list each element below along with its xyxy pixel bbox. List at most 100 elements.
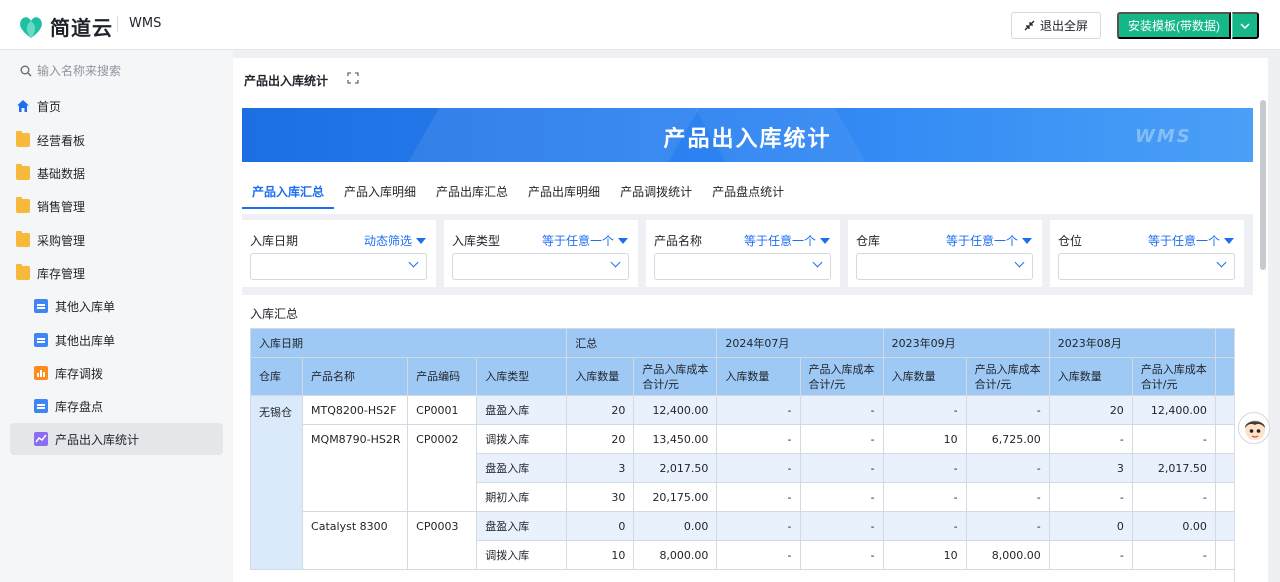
column-header: 产品入库成本合计/元 <box>633 357 718 396</box>
dashboard-content: 产品出入库统计 WMS 产品入库汇总 产品入库明细 产品出库汇总 产品出库明细 … <box>233 102 1268 582</box>
value-cell: - <box>1048 540 1133 570</box>
group-header: 2023年08月 <box>1048 328 1216 358</box>
filter-select[interactable] <box>654 253 831 280</box>
group-header: 2023年09月 <box>882 328 1050 358</box>
sidebar-item-basic-data[interactable]: 基础数据 <box>10 157 223 189</box>
sidebar-item-product-stats[interactable]: 产品出入库统计 <box>10 423 223 455</box>
sidebar-item-stocktake[interactable]: 库存盘点 <box>10 390 223 422</box>
install-options-button[interactable] <box>1232 12 1259 39</box>
tab-stocktake-stats[interactable]: 产品盘点统计 <box>702 178 794 209</box>
pivot-table-container[interactable]: 入库日期 汇总 2024年07月 2023年09月 2023年08月 仓库 产品… <box>250 328 1235 582</box>
filter-label: 产品名称 <box>654 234 703 248</box>
filter-mode-dropdown[interactable]: 等于任意一个 <box>744 232 830 249</box>
value-cell: - <box>1131 424 1216 454</box>
value-cell: 6,725.00 <box>965 424 1050 454</box>
tab-transfer-stats[interactable]: 产品调拨统计 <box>610 178 702 209</box>
sidebar-item-label: 首页 <box>37 99 62 114</box>
install-template-button[interactable]: 安装模板(带数据) <box>1117 12 1231 39</box>
filter-inbound-type: 入库类型 等于任意一个 <box>444 220 638 287</box>
filter-label: 入库类型 <box>452 234 501 248</box>
filter-select[interactable] <box>452 253 629 280</box>
filter-mode-label: 等于任意一个 <box>1147 234 1220 248</box>
column-header: 仓库 <box>250 357 304 396</box>
product-code-cell: CP0002 <box>407 424 478 512</box>
inbound-summary-card: 入库汇总 入库日期 汇总 2024年07月 2023年09月 2023年08月 … <box>242 295 1253 582</box>
sidebar-item-transfer[interactable]: 库存调拨 <box>10 357 223 389</box>
logo-icon <box>20 16 42 38</box>
table-title: 入库汇总 <box>250 307 299 321</box>
product-name-cell: MQM8790-HS2R <box>302 424 409 512</box>
chevron-down-icon <box>1014 257 1025 268</box>
inbound-type-cell: 盘盈入库 <box>476 453 568 483</box>
tab-outbound-summary[interactable]: 产品出库汇总 <box>426 178 518 209</box>
filter-label: 仓位 <box>1058 234 1083 248</box>
column-header: 产品入库成本合计/元 <box>799 357 884 396</box>
banner-watermark: WMS <box>1135 126 1192 147</box>
filter-select[interactable] <box>250 253 427 280</box>
filter-select[interactable] <box>1058 253 1235 280</box>
form-icon <box>34 333 48 347</box>
group-header: 入库日期 <box>250 328 568 358</box>
tab-inbound-summary[interactable]: 产品入库汇总 <box>242 178 335 209</box>
collapse-icon <box>1024 20 1035 31</box>
value-cell: 0.00 <box>633 511 718 541</box>
sidebar-item-purchase[interactable]: 采购管理 <box>10 224 223 256</box>
main-area: 产品出入库统计 产品出入库统计 WMS 产品入库汇总 产品入库明细 产品出库汇总… <box>233 50 1280 582</box>
value-cell: 0 <box>1048 511 1133 541</box>
group-header: 汇总 <box>566 328 718 358</box>
filter-warehouse: 仓库 等于任意一个 <box>848 220 1042 287</box>
filter-mode-dropdown[interactable]: 等于任意一个 <box>542 232 628 249</box>
value-cell: - <box>1048 482 1133 512</box>
dashboard-icon <box>34 432 48 446</box>
value-cell: - <box>716 540 801 570</box>
form-icon <box>34 399 48 413</box>
inbound-type-cell: 盘盈入库 <box>476 511 568 541</box>
value-cell: - <box>799 453 884 483</box>
sidebar-item-inventory[interactable]: 库存管理 <box>10 257 223 289</box>
sidebar-item-dashboard-folder[interactable]: 经营看板 <box>10 124 223 156</box>
column-header: 入库数量 <box>882 357 967 396</box>
filter-select[interactable] <box>856 253 1033 280</box>
filter-mode-dropdown[interactable]: 动态筛选 <box>364 232 426 249</box>
sidebar-item-label: 销售管理 <box>37 199 86 214</box>
filter-mode-label: 动态筛选 <box>363 234 412 248</box>
value-cell: - <box>716 482 801 512</box>
app-name: WMS <box>129 16 162 31</box>
caret-down-icon <box>618 237 628 244</box>
filter-label: 入库日期 <box>250 234 299 248</box>
sidebar-item-sales[interactable]: 销售管理 <box>10 190 223 222</box>
value-cell: 20 <box>566 395 635 425</box>
value-cell: 8,000.00 <box>633 540 718 570</box>
sidebar-item-home[interactable]: 首页 <box>10 90 223 122</box>
filter-mode-dropdown[interactable]: 等于任意一个 <box>946 232 1032 249</box>
exit-fullscreen-button[interactable]: 退出全屏 <box>1011 12 1101 39</box>
value-cell: - <box>799 395 884 425</box>
filter-mode-label: 等于任意一个 <box>743 234 816 248</box>
sidebar-item-other-outbound[interactable]: 其他出库单 <box>10 324 223 356</box>
table-row: MQM8790-HS2R CP0002 调拨入库 20 13,450.00- -10 6,7… <box>251 424 1234 512</box>
tab-inbound-detail[interactable]: 产品入库明细 <box>334 178 426 209</box>
page-scrollbar[interactable] <box>1260 100 1266 270</box>
sidebar-item-label: 产品出入库统计 <box>55 432 140 447</box>
value-cell: - <box>882 482 967 512</box>
value-cell: - <box>882 395 967 425</box>
chevron-down-icon <box>610 257 621 268</box>
pivot-table: 入库日期 汇总 2024年07月 2023年09月 2023年08月 仓库 产品… <box>250 328 1234 570</box>
sidebar-item-label: 经营看板 <box>37 133 86 148</box>
value-cell: - <box>882 453 967 483</box>
chevron-down-icon <box>408 257 419 268</box>
value-cell: - <box>965 395 1050 425</box>
sidebar-item-other-inbound[interactable]: 其他入库单 <box>10 290 223 322</box>
expand-icon[interactable] <box>347 72 359 84</box>
exit-fullscreen-label: 退出全屏 <box>1039 19 1088 33</box>
value-cell <box>1214 453 1234 483</box>
sidebar-item-label: 采购管理 <box>37 233 86 248</box>
column-header: 产品名称 <box>302 357 409 396</box>
column-header: 入库数量 <box>1048 357 1133 396</box>
filter-mode-dropdown[interactable]: 等于任意一个 <box>1148 232 1234 249</box>
folder-icon <box>16 164 30 180</box>
sidebar-search[interactable]: 输入名称来搜索 <box>20 62 121 79</box>
assistant-avatar[interactable] <box>1238 412 1270 444</box>
tab-outbound-detail[interactable]: 产品出库明细 <box>518 178 610 209</box>
jiandaoyun-logo[interactable]: 简道云 <box>16 12 113 41</box>
